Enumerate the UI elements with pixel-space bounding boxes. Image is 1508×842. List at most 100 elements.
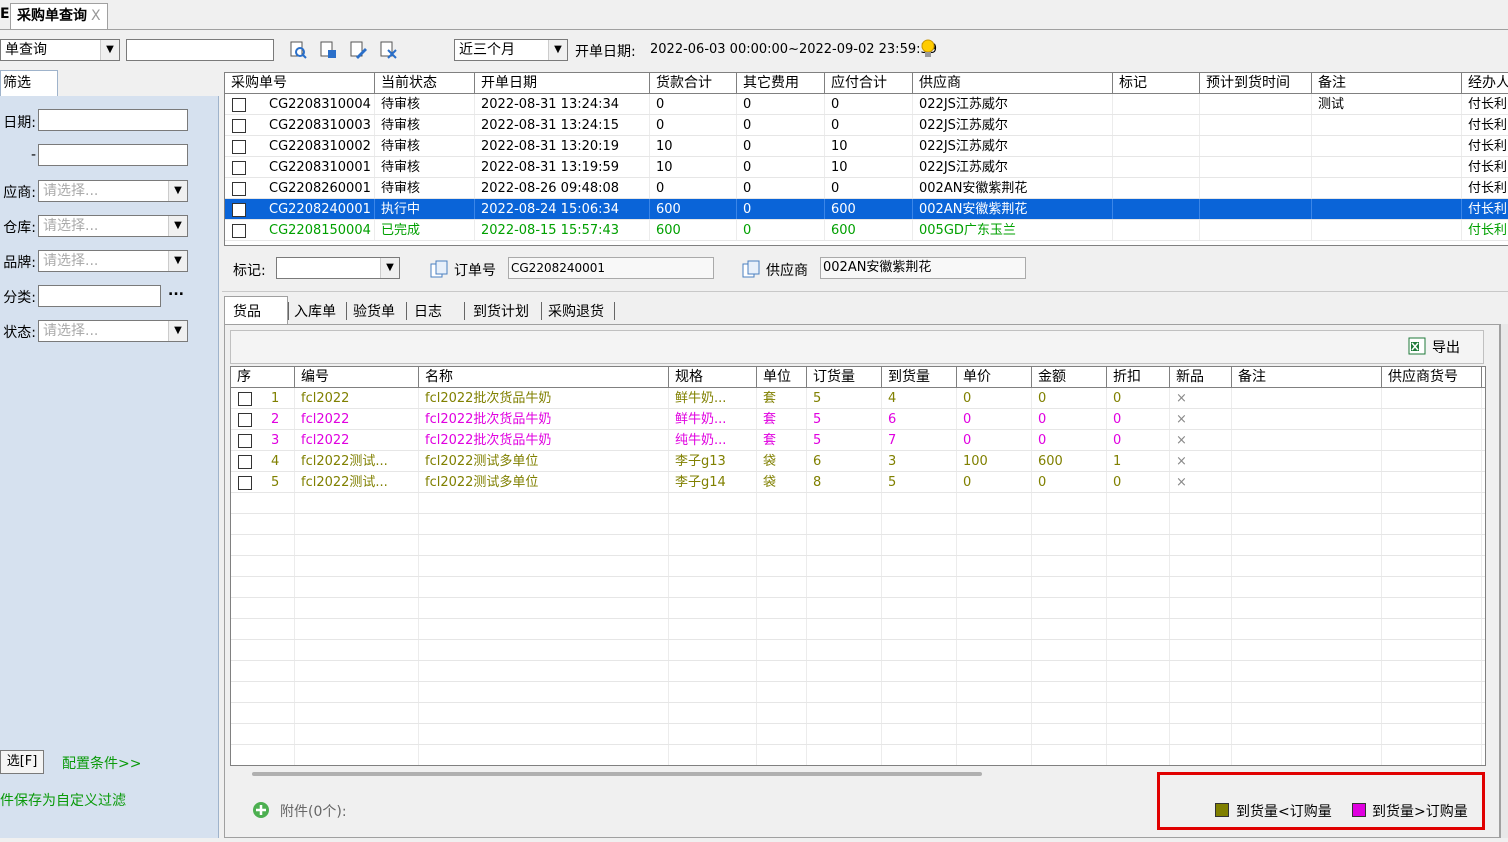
order-row[interactable]: CG2208260001 待审核 2022-08-26 09:48:08 0 0 0 002… <box>225 178 1508 199</box>
save-doc-icon[interactable] <box>318 40 338 60</box>
items-col-header[interactable]: 编号 <box>295 367 419 387</box>
subtab-arrival-plan[interactable]: 到货计划 <box>473 300 529 324</box>
row-checkbox[interactable] <box>232 119 246 133</box>
chevron-down-icon[interactable]: ▼ <box>100 40 119 60</box>
items-col-header[interactable]: 单位 <box>757 367 807 387</box>
chevron-down-icon[interactable]: ▼ <box>168 321 187 341</box>
close-icon[interactable]: X <box>91 8 101 24</box>
order-row[interactable]: CG2208310002 待审核 2022-08-31 13:20:19 10 0 10 0… <box>225 136 1508 157</box>
search-doc-icon[interactable] <box>288 40 308 60</box>
chevron-down-icon[interactable]: ▼ <box>168 181 187 201</box>
orders-col-header[interactable]: 预计到货时间 <box>1200 73 1312 93</box>
items-col-header[interactable]: 折扣 <box>1107 367 1170 387</box>
tab-purchase-query[interactable]: 采购单查询 X <box>10 3 108 29</box>
subtab-inbound[interactable]: 入库单 <box>294 300 336 324</box>
orders-col-header[interactable]: 货款合计 <box>650 73 737 93</box>
edit-doc-icon[interactable] <box>348 40 368 60</box>
subtab-purchase-return[interactable]: 采购退货 <box>548 300 604 324</box>
copy-icon[interactable] <box>742 260 762 278</box>
orders-col-header[interactable]: 应付合计 <box>825 73 913 93</box>
row-checkbox[interactable] <box>232 224 246 238</box>
item-checkbox[interactable] <box>238 455 252 469</box>
item-checkbox[interactable] <box>238 476 252 490</box>
supplier-select[interactable]: 请选择... ▼ <box>38 180 188 202</box>
lightbulb-icon[interactable] <box>920 38 936 60</box>
item-row[interactable]: 5 fcl2022测试... fcl2022测试多单位 李子g14 袋 8 5 0 0 0 × <box>231 472 1485 493</box>
items-col-header[interactable]: 名称 <box>419 367 669 387</box>
order-row[interactable]: CG2208240001 执行中 2022-08-24 15:06:34 600 0 60… <box>225 199 1508 220</box>
period-select[interactable]: 近三个月 ▼ <box>454 39 568 61</box>
warehouse-select[interactable]: 请选择... ▼ <box>38 215 188 237</box>
query-type-select[interactable]: 单查询 ▼ <box>0 39 120 61</box>
orders-col-header[interactable]: 当前状态 <box>375 73 475 93</box>
copy-icon[interactable] <box>430 260 450 278</box>
tab-fragment[interactable]: E <box>0 6 10 22</box>
brand-select[interactable]: 请选择... ▼ <box>38 250 188 272</box>
row-checkbox[interactable] <box>232 98 246 112</box>
excel-export-icon[interactable] <box>1408 337 1426 355</box>
items-col-header[interactable]: 序 <box>231 367 295 387</box>
row-checkbox[interactable] <box>232 161 246 175</box>
category-input[interactable] <box>38 285 161 307</box>
orders-col-header[interactable]: 开单日期 <box>475 73 650 93</box>
orders-col-header[interactable]: 标记 <box>1113 73 1200 93</box>
order-row[interactable]: CG2208310004 待审核 2022-08-31 13:24:34 0 0 0 022… <box>225 94 1508 115</box>
order-row[interactable]: CG2208310003 待审核 2022-08-31 13:24:15 0 0 0 022… <box>225 115 1508 136</box>
category-more-button[interactable]: ... <box>168 283 184 299</box>
mark-select[interactable]: ▼ <box>276 257 400 279</box>
orders-col-header[interactable]: 其它费用 <box>737 73 825 93</box>
item-cell-name: fcl2022测试多单位 <box>419 472 669 492</box>
supplier-field[interactable]: 002AN安徽紫荆花 <box>820 257 1026 279</box>
search-input[interactable] <box>126 39 274 61</box>
items-col-header[interactable]: 金额 <box>1032 367 1107 387</box>
order-row[interactable]: CG2208150004 已完成 2022-08-15 15:57:43 600 0 60… <box>225 220 1508 241</box>
subtab-inspection[interactable]: 验货单 <box>353 300 395 324</box>
subtab-goods[interactable]: 货品 <box>233 300 261 324</box>
chevron-down-icon[interactable]: ▼ <box>380 258 399 278</box>
order-cell-no: CG2208240001 <box>263 199 375 219</box>
items-col-header[interactable]: 单价 <box>957 367 1032 387</box>
item-row[interactable]: 2 fcl2022 fcl2022批次货品牛奶 鲜牛奶... 套 5 6 0 0 0 × <box>231 409 1485 430</box>
item-cell-note <box>1232 724 1382 744</box>
item-checkbox[interactable] <box>238 434 252 448</box>
orders-col-header[interactable]: 采购单号 <box>225 73 375 93</box>
item-cell-received <box>882 493 957 513</box>
orders-col-header[interactable]: 供应商 <box>913 73 1113 93</box>
delete-doc-icon[interactable] <box>378 40 398 60</box>
subtab-divider <box>288 302 289 320</box>
chevron-down-icon[interactable]: ▼ <box>168 251 187 271</box>
row-checkbox[interactable] <box>232 203 246 217</box>
export-button[interactable]: 导出 <box>1432 337 1460 357</box>
horizontal-scrollbar[interactable] <box>252 772 982 776</box>
start-date-input[interactable] <box>38 109 188 131</box>
orders-col-header[interactable]: 经办人 <box>1462 73 1508 93</box>
item-row[interactable]: 4 fcl2022测试... fcl2022测试多单位 李子g13 袋 6 3 100 600 1… <box>231 451 1485 472</box>
items-col-header[interactable]: 备注 <box>1232 367 1382 387</box>
items-col-header[interactable]: 新品 <box>1170 367 1232 387</box>
orders-col-header[interactable]: 备注 <box>1312 73 1462 93</box>
items-col-header[interactable]: 供应商货号 <box>1382 367 1482 387</box>
item-cell-price <box>957 514 1032 534</box>
add-attachment-icon[interactable] <box>252 801 270 819</box>
order-no-field[interactable]: CG2208240001 <box>508 257 714 279</box>
chevron-down-icon[interactable]: ▼ <box>168 216 187 236</box>
item-checkbox[interactable] <box>238 413 252 427</box>
row-checkbox[interactable] <box>232 182 246 196</box>
items-col-header[interactable]: 规格 <box>669 367 757 387</box>
item-cell-note <box>1232 619 1382 639</box>
save-custom-filter-link[interactable]: 件保存为自定义过滤 <box>0 790 126 810</box>
row-checkbox[interactable] <box>232 140 246 154</box>
end-date-input[interactable] <box>38 144 188 166</box>
subtab-log[interactable]: 日志 <box>414 300 442 324</box>
items-col-header[interactable]: 到货量 <box>882 367 957 387</box>
item-row[interactable]: 1 fcl2022 fcl2022批次货品牛奶 鲜牛奶... 套 5 4 0 0 0 × <box>231 388 1485 409</box>
item-checkbox[interactable] <box>238 392 252 406</box>
items-col-header[interactable]: 订货量 <box>807 367 882 387</box>
config-conditions-link[interactable]: 配置条件>> <box>62 753 141 773</box>
status-select[interactable]: 请选择... ▼ <box>38 320 188 342</box>
order-row[interactable]: CG2208310001 待审核 2022-08-31 13:19:59 10 0 10 0… <box>225 157 1508 178</box>
item-row[interactable]: 3 fcl2022 fcl2022批次货品牛奶 纯牛奶... 套 5 7 0 0 0 × <box>231 430 1485 451</box>
filter-button[interactable]: 选[F] <box>0 750 44 774</box>
filter-tab[interactable]: 筛选 <box>0 70 58 96</box>
chevron-down-icon[interactable]: ▼ <box>548 40 567 60</box>
